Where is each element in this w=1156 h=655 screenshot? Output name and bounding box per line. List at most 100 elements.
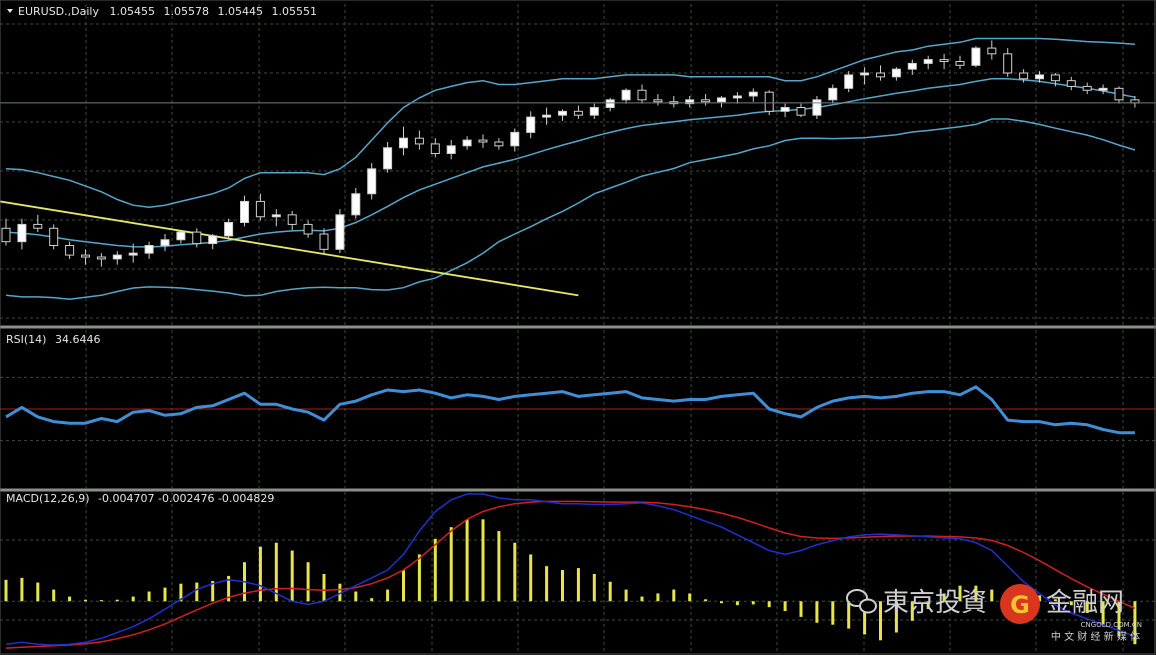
macd-histogram-bar bbox=[386, 589, 390, 602]
candle-body-bear bbox=[1066, 80, 1076, 87]
svg-text:EURUSD.,Daily 1.05455: EURUSD.,Daily 1.05455 1.05578 1.05445 1.… bbox=[18, 5, 317, 18]
candle-body-bull bbox=[112, 254, 122, 260]
watermark-text-right: 金融网 bbox=[1046, 588, 1124, 618]
macd-histogram-bar bbox=[68, 596, 72, 602]
macd-histogram-bar bbox=[767, 601, 771, 608]
macd-histogram-bar bbox=[847, 601, 851, 629]
macd-histogram-bar bbox=[735, 601, 739, 606]
candle-body-bull bbox=[1035, 74, 1044, 80]
macd-header: MACD(12,26,9) -0.004707 -0.002476 -0.004… bbox=[6, 492, 274, 505]
candle-body-bull bbox=[367, 168, 377, 195]
svg-text:G: G bbox=[1010, 591, 1030, 619]
candle bbox=[812, 96, 822, 119]
candle-body-bear bbox=[637, 89, 647, 101]
candle-body-bear bbox=[255, 200, 265, 218]
candle-body-bear bbox=[1019, 72, 1029, 80]
candle bbox=[49, 224, 59, 250]
candle-body-bull bbox=[828, 87, 838, 101]
candle-body-bear bbox=[1114, 87, 1124, 101]
macd-histogram-bar bbox=[879, 601, 882, 641]
candle-body-bear bbox=[49, 227, 59, 246]
candle-body-bear bbox=[796, 107, 806, 116]
panel-separator[interactable] bbox=[0, 325, 1156, 329]
candle-body-bull bbox=[923, 59, 933, 64]
candle-body-bull bbox=[17, 223, 27, 243]
rsi-value: 34.6446 bbox=[55, 333, 101, 346]
candle-body-bull bbox=[748, 91, 758, 97]
macd-histogram-bar bbox=[529, 554, 533, 602]
candle-body-bull bbox=[860, 72, 870, 76]
macd-histogram-bar bbox=[561, 570, 564, 602]
macd-histogram-bar bbox=[799, 601, 803, 617]
rsi-label: RSI(14) bbox=[6, 333, 46, 346]
watermark-text-left: 東京投資 bbox=[883, 588, 987, 618]
candle-body-bear bbox=[430, 143, 440, 155]
macd-histogram-bar bbox=[370, 598, 374, 602]
candle-body-bull bbox=[1098, 87, 1108, 91]
candle-body-bull bbox=[621, 89, 631, 101]
macd-histogram-bar bbox=[147, 591, 151, 602]
candle bbox=[367, 163, 377, 200]
candle-body-bear bbox=[653, 99, 663, 103]
candle-body-bull bbox=[558, 110, 567, 116]
macd-histogram-bar bbox=[20, 577, 24, 602]
candle-body-bear bbox=[319, 233, 329, 250]
candle bbox=[971, 46, 981, 68]
open-value: 1.05455 bbox=[109, 5, 155, 18]
candle-body-bull bbox=[542, 114, 552, 118]
candle-body-bear bbox=[303, 223, 313, 235]
macd-histogram-bar bbox=[52, 589, 56, 602]
macd-histogram-bar bbox=[306, 562, 310, 602]
candle-body-bull bbox=[780, 107, 790, 112]
macd-histogram-bar bbox=[576, 568, 580, 602]
macd-histogram-bar bbox=[545, 566, 549, 602]
macd-histogram-bar bbox=[195, 582, 199, 602]
candle-body-bull bbox=[144, 245, 154, 254]
macd-histogram-bar bbox=[322, 573, 326, 602]
macd-histogram-bar bbox=[592, 573, 596, 602]
candle-body-bear bbox=[478, 139, 488, 143]
macd-histogram-bar bbox=[433, 538, 437, 602]
candle-body-bull bbox=[240, 200, 249, 224]
macd-values: -0.004707 -0.002476 -0.004829 bbox=[98, 492, 274, 505]
candle-body-bull bbox=[717, 97, 726, 103]
candle-body-bull bbox=[732, 95, 742, 99]
macd-histogram-bar bbox=[99, 600, 103, 602]
macd-histogram-bar bbox=[720, 601, 723, 604]
watermark-slogan: 中 文 财 经 新 媒 体 bbox=[1051, 630, 1140, 643]
macd-histogram-bar bbox=[831, 601, 835, 625]
candle-body-bull bbox=[510, 131, 520, 147]
candle-body-bull bbox=[589, 107, 599, 116]
macd-label: MACD(12,26,9) bbox=[6, 492, 90, 505]
macd-histogram-bar bbox=[497, 531, 501, 602]
watermark-site: CNGOLD.COM.CN bbox=[1081, 621, 1142, 629]
macd-histogram-bar bbox=[449, 527, 453, 602]
symbol-label: EURUSD.,Daily bbox=[18, 5, 99, 18]
high-value: 1.05578 bbox=[163, 5, 209, 18]
macd-histogram-bar bbox=[672, 589, 676, 602]
candle-body-bull bbox=[271, 214, 281, 218]
candle-body-bull bbox=[224, 222, 234, 237]
candle-body-bear bbox=[1, 227, 11, 243]
macd-histogram-bar bbox=[513, 542, 517, 602]
candle-body-bull bbox=[971, 47, 981, 66]
candle-body-bear bbox=[1082, 85, 1092, 91]
candle bbox=[335, 209, 345, 254]
macd-histogram-bar bbox=[624, 589, 628, 602]
candle-body-bull bbox=[335, 214, 345, 250]
candle-body-bear bbox=[414, 137, 424, 145]
candle-body-bull bbox=[128, 252, 138, 256]
candle-body-bear bbox=[876, 72, 885, 78]
candle-body-bull bbox=[907, 62, 917, 70]
macd-histogram-bar bbox=[608, 581, 612, 602]
candle-body-bear bbox=[987, 47, 997, 55]
candle-body-bull bbox=[891, 68, 901, 78]
candle-body-bear bbox=[494, 141, 504, 147]
close-value: 1.05551 bbox=[271, 5, 317, 18]
candle-body-bear bbox=[701, 99, 711, 103]
candle-body-bear bbox=[287, 214, 297, 225]
candle-body-bear bbox=[1003, 53, 1013, 74]
macd-histogram-bar bbox=[115, 599, 119, 602]
macd-histogram-bar bbox=[84, 599, 87, 602]
macd-histogram-bar bbox=[751, 601, 755, 605]
